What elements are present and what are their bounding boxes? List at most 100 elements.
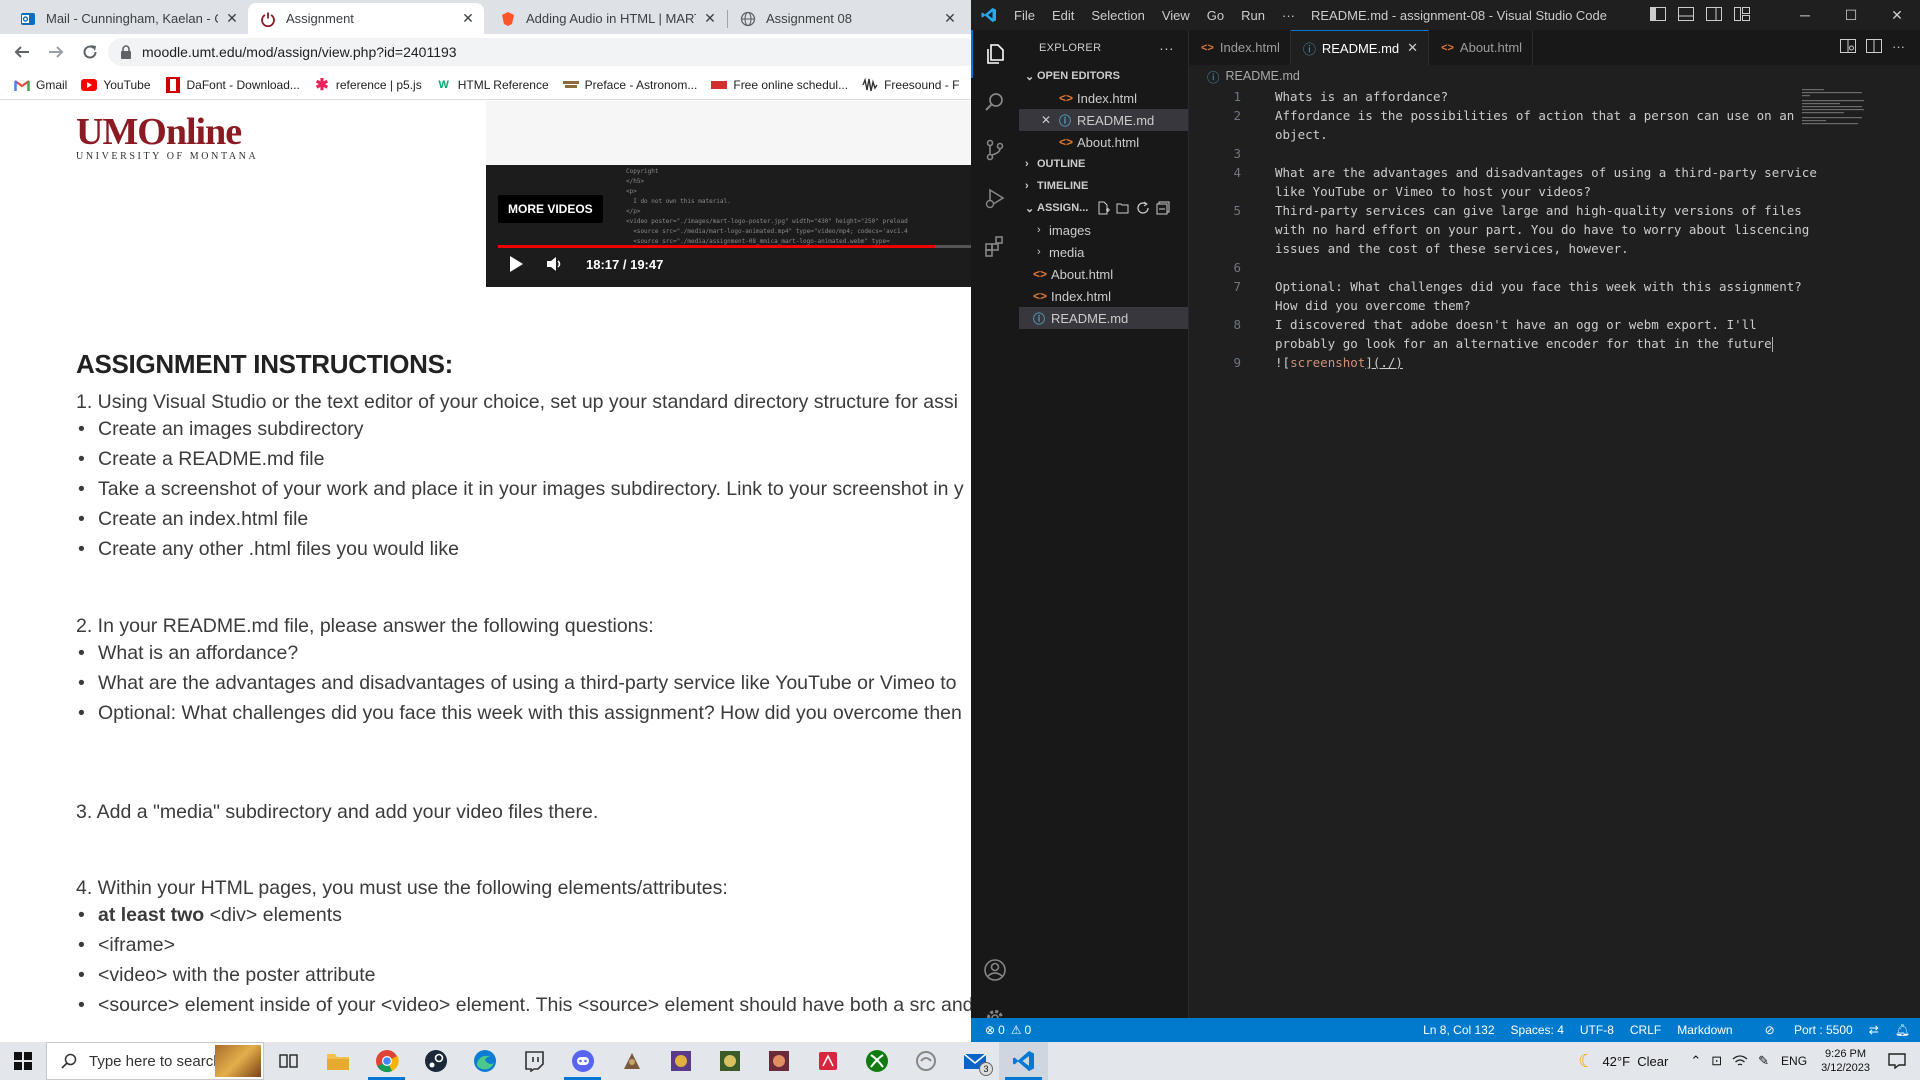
code-line[interactable]: object. (1189, 125, 1829, 144)
indentation[interactable]: Spaces: 4 (1511, 1023, 1564, 1037)
search-icon[interactable] (971, 78, 1019, 126)
notifications-bell-icon[interactable]: 🔔︎ (1895, 1023, 1910, 1037)
problems-indicator[interactable]: ⊗ 0 ⚠ 0 (985, 1023, 1031, 1037)
tab-about-html[interactable]: <> About.html (1429, 30, 1534, 65)
play-icon[interactable] (508, 255, 524, 273)
bookmark-gmail[interactable]: Gmail (14, 77, 67, 93)
meet-now-icon[interactable]: ⊡ (1711, 1053, 1722, 1069)
xbox-icon[interactable] (852, 1042, 901, 1080)
toggle-secondary-sidebar-icon[interactable] (1706, 7, 1724, 23)
volume-icon[interactable] (546, 256, 564, 272)
code-line[interactable]: 5 Third-party services can give large and… (1189, 201, 1829, 220)
split-editor-icon[interactable] (1866, 39, 1884, 55)
code-line[interactable]: with no hard effort on your part. You do… (1189, 220, 1829, 239)
file-explorer-icon[interactable] (313, 1042, 362, 1080)
file-item-about[interactable]: <> About.html (1019, 263, 1188, 285)
open-editor-item[interactable]: <> About.html (1019, 131, 1188, 153)
new-folder-icon[interactable] (1116, 201, 1130, 215)
game-app-icon[interactable] (607, 1042, 656, 1080)
code-line[interactable]: 2 Affordance is the possibilities of acti… (1189, 106, 1829, 125)
task-view-icon[interactable] (264, 1042, 313, 1080)
more-videos-button[interactable]: MORE VIDEOS (498, 195, 603, 223)
game-app-icon[interactable] (656, 1042, 705, 1080)
taskbar-search-box[interactable]: Type here to search (46, 1042, 264, 1080)
run-debug-icon[interactable] (971, 174, 1019, 222)
folder-item-media[interactable]: › media (1019, 241, 1188, 263)
close-icon[interactable]: ✕ (1407, 40, 1418, 56)
twitch-icon[interactable] (509, 1042, 558, 1080)
game-app-icon[interactable] (754, 1042, 803, 1080)
acrobat-icon[interactable] (803, 1042, 852, 1080)
embedded-video[interactable]: Copyright </h5> <p> I do not own this mate… (486, 101, 971, 287)
bookmark-scheduler[interactable]: Free online schedul... (711, 77, 848, 93)
umonline-logo[interactable]: UMOnline UNIVERSITY OF MONTANA (76, 113, 258, 162)
weather-text[interactable]: 42°F Clear (1602, 1054, 1668, 1069)
vscode-taskbar-icon[interactable] (999, 1042, 1048, 1080)
live-server-port[interactable]: ⊘ Port : 5500 (1749, 1023, 1853, 1037)
weather-moon-icon[interactable]: ☾ (1578, 1051, 1594, 1072)
bookmark-dafont[interactable]: DaFont - Download... (165, 76, 300, 93)
forward-arrow-icon[interactable] (44, 40, 68, 64)
timeline-section[interactable]: › TIMELINE (1019, 175, 1188, 197)
toggle-primary-sidebar-icon[interactable] (1650, 7, 1668, 23)
code-line[interactable]: like YouTube or Vimeo to host your video… (1189, 182, 1829, 201)
refresh-icon[interactable] (1136, 201, 1150, 215)
more-actions-icon[interactable]: ··· (1892, 39, 1910, 55)
video-frame[interactable]: Copyright </h5> <p> I do not own this mate… (486, 165, 971, 287)
menu-file[interactable]: File (1014, 8, 1035, 23)
bookmark-freesound[interactable]: Freesound - F (862, 77, 959, 93)
open-editors-section[interactable]: ⌄ OPEN EDITORS (1019, 65, 1188, 87)
browser-tab-mail[interactable]: Mail - Cunningham, Kaelan - Out ✕ (8, 3, 248, 34)
game-app-icon[interactable] (705, 1042, 754, 1080)
code-line[interactable]: probably go look for an alternative enco… (1189, 334, 1829, 353)
close-icon[interactable]: ✕ (460, 10, 476, 27)
collapse-all-icon[interactable] (1156, 201, 1170, 215)
source-control-icon[interactable] (971, 126, 1019, 174)
close-icon[interactable]: ✕ (942, 10, 958, 27)
browser-tab-assignment-08[interactable]: Assignment 08 ✕ (728, 3, 966, 34)
cursor-app-icon[interactable] (901, 1042, 950, 1080)
menu-go[interactable]: Go (1207, 8, 1224, 23)
edge-icon[interactable] (460, 1042, 509, 1080)
new-file-icon[interactable] (1096, 201, 1111, 215)
language-indicator[interactable]: ENG (1781, 1054, 1807, 1068)
menu-more[interactable]: ··· (1282, 8, 1295, 23)
cursor-position[interactable]: Ln 8, Col 132 (1423, 1023, 1494, 1037)
discord-icon[interactable] (558, 1042, 607, 1080)
notification-center-icon[interactable] (1888, 1053, 1906, 1069)
wifi-icon[interactable] (1732, 1054, 1748, 1068)
code-line[interactable]: issues and the cost of these services, h… (1189, 239, 1829, 258)
encoding[interactable]: UTF-8 (1580, 1023, 1614, 1037)
code-line[interactable]: 8 I discovered that adobe doesn't have an… (1189, 315, 1829, 334)
tab-readme-md[interactable]: ⓘ README.md ✕ (1290, 30, 1430, 65)
steam-icon[interactable] (411, 1042, 460, 1080)
code-line[interactable]: 7 Optional: What challenges did you face … (1189, 277, 1829, 296)
toggle-panel-icon[interactable] (1678, 7, 1696, 23)
feedback-icon[interactable]: ⇄ (1869, 1023, 1879, 1037)
pen-icon[interactable]: ✎ (1758, 1053, 1769, 1069)
tab-index-html[interactable]: <> Index.html (1189, 30, 1291, 65)
menu-view[interactable]: View (1162, 8, 1190, 23)
minimap[interactable] (1802, 87, 1872, 127)
close-icon[interactable]: ✕ (224, 10, 240, 27)
menu-run[interactable]: Run (1241, 8, 1265, 23)
end-of-line[interactable]: CRLF (1630, 1023, 1661, 1037)
explorer-icon[interactable] (971, 30, 1019, 78)
open-editor-item[interactable]: <> Index.html (1019, 87, 1188, 109)
maximize-icon[interactable]: ☐ (1828, 0, 1874, 30)
chrome-icon[interactable] (362, 1042, 411, 1080)
open-editor-item[interactable]: ✕ ⓘ README.md (1019, 109, 1188, 131)
address-bar[interactable]: moodle.umt.edu/mod/assign/view.php?id=24… (108, 38, 971, 66)
menu-selection[interactable]: Selection (1091, 8, 1144, 23)
close-icon[interactable]: ✕ (702, 10, 718, 27)
code-line[interactable]: 9 ![screenshot](./) (1189, 353, 1829, 372)
breadcrumb[interactable]: ⓘ README.md (1189, 65, 1920, 87)
open-preview-icon[interactable] (1840, 39, 1858, 55)
reload-icon[interactable] (78, 40, 102, 64)
mail-icon[interactable]: 3 (950, 1042, 999, 1080)
chevron-up-icon[interactable]: ⌃ (1690, 1053, 1701, 1069)
code-line[interactable]: 3 (1189, 144, 1829, 163)
outline-section[interactable]: › OUTLINE (1019, 153, 1188, 175)
browser-tab-assignment[interactable]: Assignment ✕ (248, 3, 484, 34)
file-item-index[interactable]: <> Index.html (1019, 285, 1188, 307)
